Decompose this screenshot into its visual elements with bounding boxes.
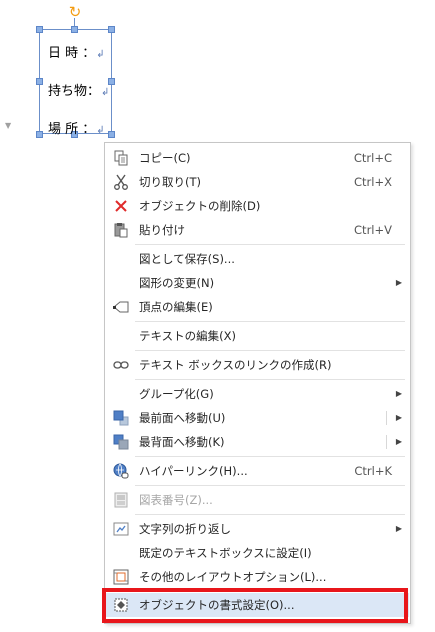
submenu-arrow-icon: ▶ [395, 524, 402, 533]
delete-x-icon [113, 198, 129, 214]
menu-item-save-as-picture[interactable]: 図として保存(S)... [106, 247, 409, 271]
paste-icon [113, 222, 129, 238]
menu-item-label: オブジェクトの削除(D) [139, 199, 261, 213]
menu-item-label: 既定のテキストボックスに設定(I) [139, 546, 312, 560]
resize-handle-left[interactable] [36, 78, 43, 85]
menu-item-label: 図形の変更(N) [139, 276, 215, 290]
menu-item-set-default-textbox[interactable]: 既定のテキストボックスに設定(I) [106, 541, 409, 565]
submenu-arrow-icon: ▶ [395, 278, 402, 287]
menu-item-shortcut: Ctrl+K [354, 464, 392, 478]
menu-item-group[interactable]: グループ化(G) ▶ [106, 382, 409, 406]
menu-item-insert-caption: 図表番号(Z)... [106, 488, 409, 512]
menu-item-wrap-text[interactable]: 文字列の折り返し ▶ [106, 517, 409, 541]
menu-item-label: 文字列の折り返し [139, 522, 231, 536]
menu-item-label: 図として保存(S)... [139, 252, 235, 266]
menu-item-label: 切り取り(T) [139, 175, 201, 189]
menu-item-shortcut: Ctrl+V [354, 223, 392, 237]
textbox-line-text: 場 所 ： [48, 122, 96, 137]
menu-item-label: 頂点の編集(E) [139, 300, 213, 314]
menu-separator [135, 350, 405, 351]
textbox-line-belongings[interactable]: 持ち物：↲ [48, 80, 109, 99]
menu-item-paste[interactable]: 貼り付け Ctrl+V [106, 218, 409, 242]
paragraph-mark-icon: ↲ [101, 87, 110, 98]
menu-item-label: 最前面へ移動(U) [139, 411, 226, 425]
resize-handle-top[interactable] [71, 26, 78, 33]
menu-item-label: ハイパーリンク(H)... [139, 464, 248, 478]
menu-item-hyperlink[interactable]: ハイパーリンク(H)... Ctrl+K [106, 459, 409, 483]
caption-icon [113, 492, 129, 508]
menu-item-edit-points[interactable]: 頂点の編集(E) [106, 295, 409, 319]
menu-item-label: コピー(C) [139, 151, 191, 165]
context-menu: コピー(C) Ctrl+C 切り取り(T) Ctrl+X オブジェクトの削除(D… [104, 142, 411, 624]
menu-separator [135, 379, 405, 380]
resize-handle-top-left[interactable] [36, 26, 43, 33]
submenu-arrow-icon[interactable]: ▶ [396, 406, 402, 430]
menu-item-label: テキストの編集(X) [139, 329, 237, 343]
menu-item-label: テキスト ボックスのリンクの作成(R) [139, 358, 332, 372]
menu-item-create-textbox-link[interactable]: テキスト ボックスのリンクの作成(R) [106, 353, 409, 377]
split-divider [386, 435, 387, 449]
menu-item-label: その他のレイアウトオプション(L)... [139, 570, 327, 584]
menu-item-change-shape[interactable]: 図形の変更(N) ▶ [106, 271, 409, 295]
menu-item-shortcut: Ctrl+X [354, 175, 392, 189]
menu-item-bring-to-front[interactable]: 最前面へ移動(U) ▶ [106, 406, 409, 430]
submenu-arrow-icon: ▶ [395, 389, 402, 398]
copy-icon [113, 150, 129, 166]
textbox-line-place[interactable]: 場 所 ：↲ [48, 118, 105, 137]
textbox-line-text: 日 時 ： [48, 46, 96, 61]
menu-item-send-to-back[interactable]: 最背面へ移動(K) ▶ [106, 430, 409, 454]
menu-item-label: 貼り付け [139, 223, 185, 237]
hyperlink-icon [113, 463, 129, 479]
split-divider [386, 411, 387, 425]
textbox-line-text: 持ち物： [48, 84, 101, 99]
menu-item-edit-text[interactable]: テキストの編集(X) [106, 324, 409, 348]
menu-item-delete-object[interactable]: オブジェクトの削除(D) [106, 194, 409, 218]
edit-points-icon [113, 299, 129, 315]
scissors-icon [113, 174, 129, 190]
menu-item-copy[interactable]: コピー(C) Ctrl+C [106, 146, 409, 170]
menu-item-cut[interactable]: 切り取り(T) Ctrl+X [106, 170, 409, 194]
rotate-handle-icon[interactable]: ↻ [67, 4, 83, 20]
resize-handle-bottom-left[interactable] [36, 131, 43, 138]
wrap-text-icon [113, 521, 129, 537]
menu-separator [135, 244, 405, 245]
submenu-arrow-icon[interactable]: ▶ [396, 430, 402, 454]
menu-separator [135, 456, 405, 457]
menu-item-label: グループ化(G) [139, 387, 214, 401]
layout-options-icon [113, 569, 129, 585]
link-icon [113, 357, 129, 373]
resize-handle-bottom-right[interactable] [108, 131, 115, 138]
collapse-arrow-icon[interactable]: ▼ [5, 121, 11, 130]
highlight-frame [102, 588, 408, 623]
paragraph-mark-icon: ↲ [96, 125, 105, 136]
menu-item-shortcut: Ctrl+C [353, 151, 392, 165]
menu-separator [135, 321, 405, 322]
paragraph-mark-icon: ↲ [96, 49, 105, 60]
bring-front-icon [113, 410, 129, 426]
menu-item-more-layout-options[interactable]: その他のレイアウトオプション(L)... [106, 565, 409, 589]
send-back-icon [113, 434, 129, 450]
textbox-line-date[interactable]: 日 時 ：↲ [48, 42, 105, 61]
menu-item-label: 最背面へ移動(K) [139, 435, 225, 449]
menu-item-label: 図表番号(Z)... [139, 493, 213, 507]
menu-separator [135, 485, 405, 486]
menu-separator [135, 514, 405, 515]
resize-handle-top-right[interactable] [108, 26, 115, 33]
